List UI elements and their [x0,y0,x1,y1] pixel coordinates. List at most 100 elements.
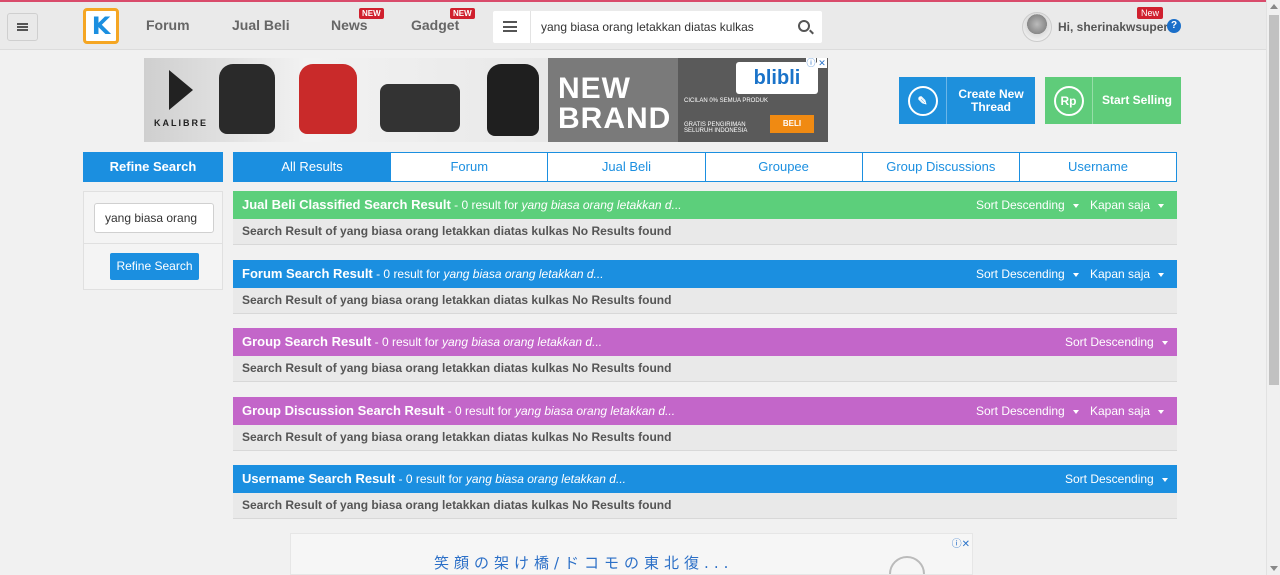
result-header: Forum Search Result - 0 result for yang … [233,260,1177,288]
result-count: - 0 result for [444,404,515,418]
sort-dropdown[interactable]: Sort Descending [976,191,1079,219]
backpack-red-icon [299,64,357,134]
blibli-ad: NEW BRAND blibli CICILAN 0% SEMUA PRODUK … [548,58,828,142]
scroll-down-arrow-icon[interactable] [1270,566,1278,571]
refine-search-button[interactable]: Refine Search [110,253,199,280]
start-selling-button[interactable]: Rp Start Selling [1045,77,1181,124]
result-query: yang biasa orang letakkan d... [465,472,626,486]
news-new-badge: NEW [359,8,384,19]
refine-divider [84,243,222,244]
caret-down-icon [1158,272,1165,277]
user-new-badge: New [1137,7,1164,19]
sort-dropdown[interactable]: Sort Descending [976,397,1079,425]
result-count: - 0 result for [395,472,466,486]
nav-jual-beli[interactable]: Jual Beli [232,17,290,33]
result-jual-beli: Jual Beli Classified Search Result - 0 r… [233,191,1177,245]
search-input[interactable] [541,11,781,43]
refine-search-panel: Refine Search [83,191,223,290]
time-dropdown[interactable]: Kapan saja [1090,260,1165,288]
avatar[interactable] [1022,12,1052,42]
sort-dropdown[interactable]: Sort Descending [976,260,1079,288]
scroll-thumb[interactable] [1269,15,1279,385]
result-query: yang biasa orang letakkan d... [521,198,682,212]
ad-product-image: KALIBRE [144,58,548,142]
menu-icon [17,23,28,31]
ad-headline: NEW BRAND [558,74,671,134]
tab-forum[interactable]: Forum [390,153,547,181]
backpack-dark-icon [487,64,539,136]
search-divider [530,11,531,43]
page-scrollbar[interactable] [1266,0,1280,575]
kaskus-logo[interactable]: K [83,8,119,44]
rupiah-icon: Rp [1045,77,1093,124]
sort-dropdown[interactable]: Sort Descending [1065,328,1168,356]
result-forum: Forum Search Result - 0 result for yang … [233,260,1177,314]
refine-search-input[interactable] [94,203,214,233]
result-title: Forum Search Result [242,266,373,281]
search-bar [493,11,822,43]
ad-close-icon[interactable]: ✕ [817,58,827,68]
caret-down-icon [1161,340,1168,345]
nav-news[interactable]: News [331,17,368,33]
result-count: - 0 result for [372,267,444,281]
backpack-black-icon [219,64,275,134]
result-group: Group Search Result - 0 result for yang … [233,328,1177,382]
result-body: Search Result of yang biasa orang letakk… [233,493,1177,519]
ad-brand-text: KALIBRE [154,118,208,128]
caret-down-icon [1072,203,1079,208]
messenger-bag-icon [380,84,460,132]
gadget-new-badge: NEW [450,8,475,19]
refine-search-header: Refine Search [83,152,223,182]
ad-headline-line2: BRAND [558,102,672,135]
tab-groupee[interactable]: Groupee [704,153,862,181]
result-body: Search Result of yang biasa orang letakk… [233,356,1177,382]
result-body: Search Result of yang biasa orang letakk… [233,288,1177,314]
bottom-ad-text: 笑顔の架け橋/ドコモの東北復... [434,554,734,572]
result-title: Jual Beli Classified Search Result [242,197,451,212]
tab-group-discussions[interactable]: Group Discussions [861,153,1019,181]
result-body: Search Result of yang biasa orang letakk… [233,219,1177,245]
top-bar: K Forum Jual Beli News NEW Gadget NEW Hi… [0,0,1266,50]
help-icon[interactable]: ? [1167,19,1181,33]
user-greeting[interactable]: Hi, sherinakwsuper [1058,20,1168,34]
result-header: Username Search Result - 0 result for ya… [233,465,1177,493]
nav-gadget[interactable]: Gadget [411,17,459,33]
ad-beli-button[interactable]: BELI [770,115,814,133]
result-title: Username Search Result [242,471,396,486]
banner-ad[interactable]: KALIBRE NEW BRAND blibli CICILAN 0% SEMUA… [144,58,828,142]
menu-button[interactable] [7,13,38,41]
bottom-ad-close-icon[interactable]: ⓘ✕ [952,535,970,550]
result-query: yang biasa orang letakkan d... [442,335,603,349]
result-count: - 0 result for [371,335,442,349]
nav-forum[interactable]: Forum [146,17,190,33]
time-dropdown[interactable]: Kapan saja [1090,191,1165,219]
caret-down-icon [1158,409,1165,414]
caret-down-icon [1158,203,1165,208]
result-query: yang biasa orang letakkan d... [443,267,604,281]
time-dropdown[interactable]: Kapan saja [1090,397,1165,425]
tab-all-results[interactable]: All Results [234,153,391,181]
caret-down-icon [1072,272,1079,277]
ad-line2: GRATIS PENGIRIMAN SELURUH INDONESIA [684,122,748,134]
search-menu-icon[interactable] [503,21,517,32]
next-arrow-icon[interactable] [889,556,925,574]
result-header: Group Search Result - 0 result for yang … [233,328,1177,356]
tab-username[interactable]: Username [1018,153,1176,181]
result-count: - 0 result for [450,198,522,212]
result-username: Username Search Result - 0 result for ya… [233,465,1177,519]
create-thread-label-line2: Thread [970,99,1011,114]
bottom-ad[interactable]: 笑顔の架け橋/ドコモの東北復... ⓘ✕ [290,533,973,575]
ad-headline-line1: NEW [558,72,631,105]
search-icon[interactable] [798,20,810,32]
create-thread-button[interactable]: ✎ Create New Thread [899,77,1035,124]
scroll-up-arrow-icon[interactable] [1270,4,1278,9]
ad-info-icon[interactable]: ⓘ [806,58,816,68]
caret-down-icon [1072,409,1079,414]
sort-dropdown[interactable]: Sort Descending [1065,465,1168,493]
result-group-discussion: Group Discussion Search Result - 0 resul… [233,397,1177,451]
ad-line1: CICILAN 0% SEMUA PRODUK [684,98,769,104]
pencil-icon: ✎ [899,77,947,124]
result-title: Group Discussion Search Result [242,403,445,418]
tab-jual-beli[interactable]: Jual Beli [547,153,704,181]
result-query: yang biasa orang letakkan d... [514,404,676,418]
